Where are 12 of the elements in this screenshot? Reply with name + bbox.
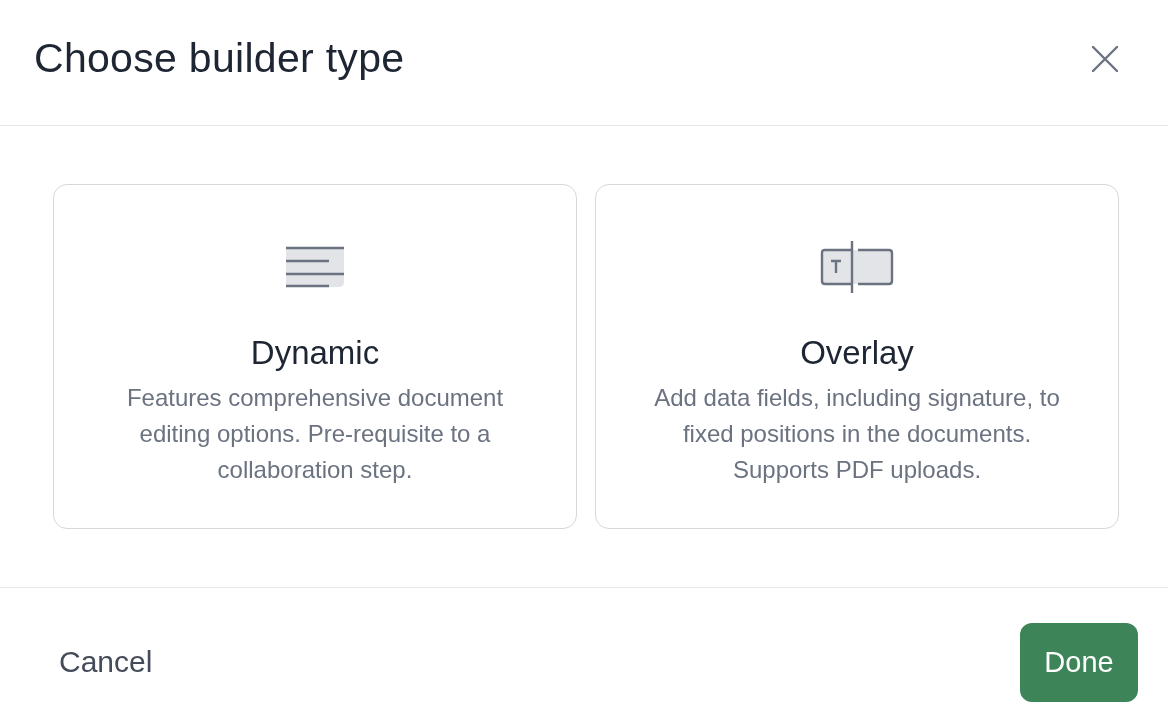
- text-field-icon: [820, 240, 894, 294]
- done-button[interactable]: Done: [1020, 622, 1138, 702]
- dialog-title: Choose builder type: [34, 35, 405, 82]
- option-title: Overlay: [800, 334, 914, 372]
- text-lines-icon: [285, 246, 345, 288]
- option-title: Dynamic: [250, 334, 380, 372]
- cancel-button[interactable]: Cancel: [47, 635, 165, 689]
- option-description: Add data fields, including signature, to fixed positions in the documents. Supports PDF uploads.: [653, 383, 1061, 485]
- option-description: Features comprehensive document editing options. Pre-requisite to a collaboration step.: [125, 383, 505, 485]
- builder-option-card[interactable]: Dynamic Features comprehensive document editing options. Pre-requisite to a collaboration step.: [53, 184, 577, 529]
- close-icon: [1092, 45, 1118, 72]
- builder-option-card[interactable]: Overlay Add data fields, including signature, to fixed positions in the documents. Supports PDF uploads.: [595, 184, 1119, 529]
